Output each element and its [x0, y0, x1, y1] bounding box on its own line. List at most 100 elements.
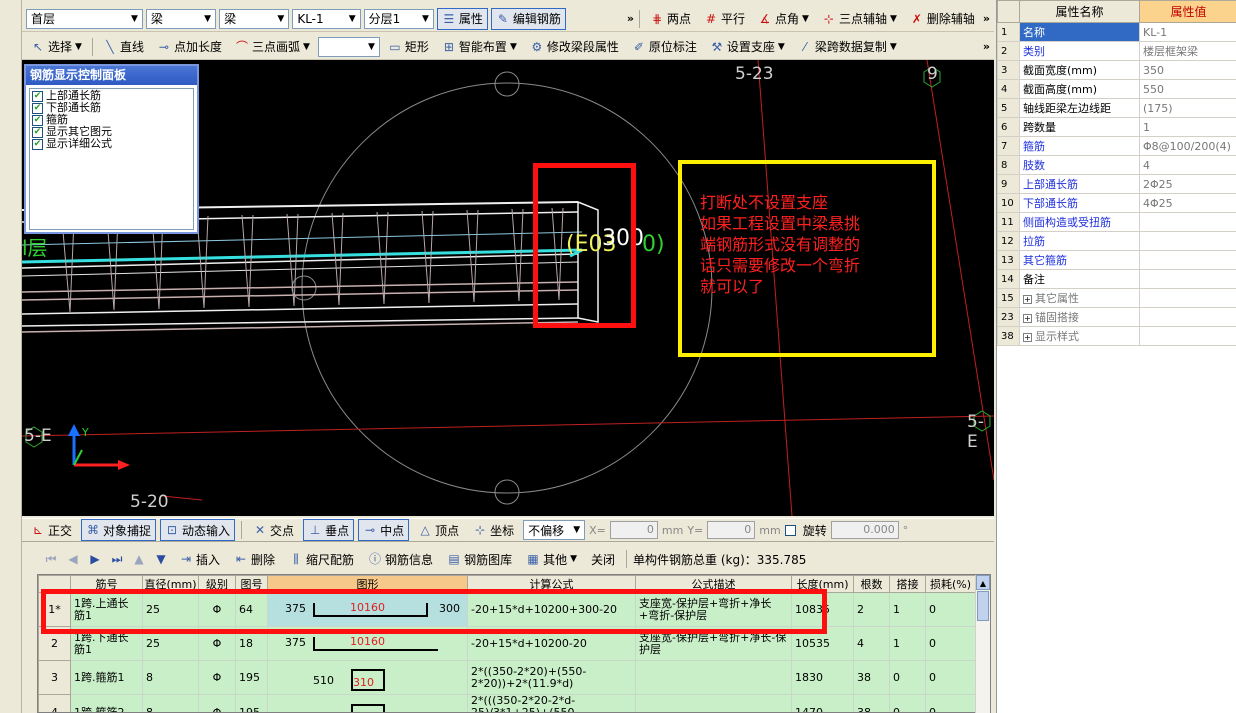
cell-loss[interactable]: 0	[925, 660, 976, 695]
cell-grade[interactable]: Φ	[198, 660, 236, 695]
cell-diameter[interactable]: 8	[142, 660, 199, 695]
move-up-icon[interactable]: ▲	[130, 552, 148, 566]
cell-bar-name[interactable]: 1跨.上通长筋1	[70, 592, 143, 627]
cell-length[interactable]: 10535	[791, 626, 854, 661]
header-count[interactable]: 根数	[853, 575, 890, 593]
property-value[interactable]: 4	[1139, 155, 1236, 175]
cell-shape[interactable]: 510 310	[267, 660, 468, 695]
draw-mode-select[interactable]: ▼	[317, 36, 380, 57]
property-name[interactable]: 名称	[1019, 22, 1140, 42]
cell-diameter[interactable]: 25	[142, 626, 199, 661]
property-row[interactable]: 1 名称 KL-1	[997, 22, 1236, 42]
property-row[interactable]: 8 肢数 4	[997, 155, 1236, 175]
cell-count[interactable]: 2	[853, 592, 890, 627]
cell-description[interactable]: 支座宽-保护层+弯折+净长+弯折-保护层	[635, 592, 792, 627]
insert-row-button[interactable]: ⇥ 插入	[174, 548, 225, 570]
cell-lap[interactable]: 1	[889, 592, 926, 627]
property-name[interactable]: 跨数量	[1019, 117, 1140, 137]
cell-figure-no[interactable]: 18	[235, 626, 268, 661]
property-row[interactable]: 2 类别 楼层框架梁	[997, 41, 1236, 61]
header-bar-no[interactable]: 筋号	[70, 575, 143, 593]
property-name[interactable]: 侧面构造或受扭筋	[1019, 212, 1140, 232]
first-record-icon[interactable]: ⏮	[42, 552, 60, 567]
property-name[interactable]: 上部通长筋	[1019, 174, 1140, 194]
cell-formula[interactable]: 2*(((350-2*20-2*d-25)/3*1+25)+(550-2*20)…	[467, 694, 636, 712]
table-row[interactable]: 1* 1跨.上通长筋1 25 Φ 64 375 10160 300 -20+15…	[38, 592, 976, 627]
control-panel-title[interactable]: 钢筋显示控制面板	[26, 66, 197, 85]
expand-plus-icon[interactable]: +	[1023, 295, 1032, 304]
cell-count[interactable]: 4	[853, 626, 890, 661]
modify-span-attr-button[interactable]: ⚙ 修改梁段属性	[525, 36, 624, 58]
property-name[interactable]: 拉筋	[1019, 231, 1140, 251]
cell-bar-name[interactable]: 1跨.箍筋1	[70, 660, 143, 695]
delete-axis-button[interactable]: ✗ 删除辅轴	[905, 8, 980, 30]
property-row[interactable]: 4 截面高度(mm) 550	[997, 79, 1236, 99]
coordinate-snap[interactable]: ⊹ 坐标	[468, 519, 519, 541]
expand-plus-icon[interactable]: +	[1023, 333, 1032, 342]
midpoint-snap[interactable]: ⊸ 中点	[358, 519, 410, 541]
table-row[interactable]: 2 1跨.下通长筋1 25 Φ 18 375 10160 -20+15*d+10…	[38, 626, 976, 661]
header-diameter[interactable]: 直径(mm)	[142, 575, 199, 593]
intersection-snap[interactable]: ✕ 交点	[248, 519, 299, 541]
other-menu-button[interactable]: ▦ 其他 ▼	[521, 548, 582, 570]
property-value[interactable]	[1139, 288, 1236, 308]
origin-mark-button[interactable]: ✐ 原位标注	[627, 36, 702, 58]
property-value[interactable]	[1139, 250, 1236, 270]
cell-description[interactable]	[635, 694, 792, 712]
property-value[interactable]	[1139, 231, 1236, 251]
table-row[interactable]: 3 1跨.箍筋1 8 Φ 195 510 310 2*((350-2*20)+(…	[38, 660, 976, 695]
scroll-up-icon[interactable]: ▲	[976, 575, 990, 590]
property-name[interactable]: 下部通长筋	[1019, 193, 1140, 213]
property-value[interactable]: (175)	[1139, 98, 1236, 118]
property-name[interactable]: 箍筋	[1019, 136, 1140, 156]
property-row[interactable]: 10 下部通长筋 4Φ25	[997, 193, 1236, 213]
component-type-select[interactable]: 梁 ▼	[145, 8, 217, 29]
property-value[interactable]	[1139, 326, 1236, 346]
header-lap[interactable]: 搭接	[889, 575, 926, 593]
line-button[interactable]: ╲ 直线	[98, 36, 149, 58]
checkbox-show-formula[interactable]: ✔ 显示详细公式	[32, 138, 191, 150]
cell-shape[interactable]	[267, 694, 468, 712]
header-formula[interactable]: 计算公式	[467, 575, 636, 593]
cell-lap[interactable]: 1	[889, 626, 926, 661]
table-vertical-scrollbar[interactable]: ▲	[975, 575, 990, 713]
scale-rebar-button[interactable]: ⫼ 缩尺配筋	[284, 548, 359, 570]
property-row[interactable]: 15 + 其它属性	[997, 288, 1236, 308]
scroll-thumb[interactable]	[977, 591, 989, 621]
property-value[interactable]: Φ8@100/200(4)	[1139, 136, 1236, 156]
toolbar-overflow-button[interactable]: »	[627, 12, 634, 25]
header-loss[interactable]: 损耗(%)	[925, 575, 976, 593]
property-row[interactable]: 12 拉筋	[997, 231, 1236, 251]
property-name[interactable]: 截面高度(mm)	[1019, 79, 1140, 99]
rotate-input[interactable]: 0.000	[830, 521, 899, 539]
attribute-button[interactable]: ☰ 属性	[436, 7, 488, 30]
edit-rebar-button[interactable]: ✎ 编辑钢筋	[490, 7, 566, 30]
next-record-icon[interactable]: ▶	[86, 552, 104, 566]
property-row[interactable]: 11 侧面构造或受扭筋	[997, 212, 1236, 232]
dynamic-input-toggle[interactable]: ⊡ 动态输入	[160, 519, 236, 541]
property-name[interactable]: + 显示样式	[1019, 326, 1140, 346]
cell-lap[interactable]: 0	[889, 694, 926, 712]
rebar-info-button[interactable]: ⓘ 钢筋信息	[363, 548, 438, 570]
cell-length[interactable]: 1470	[791, 694, 854, 712]
property-name[interactable]: 备注	[1019, 269, 1140, 289]
table-row[interactable]: 4 1跨.箍筋2 8 Φ 195 2*(((350-2*20-2*d-25)/3…	[38, 694, 976, 712]
header-grade[interactable]: 级别	[198, 575, 236, 593]
prev-record-icon[interactable]: ◀	[64, 552, 82, 566]
member-select[interactable]: KL-1 ▼	[292, 8, 361, 29]
property-name[interactable]: 轴线距梁左边线距	[1019, 98, 1140, 118]
offset-mode-select[interactable]: 不偏移 ▼	[523, 520, 586, 540]
property-value[interactable]	[1139, 307, 1236, 327]
two-points-button[interactable]: ⋕ 两点	[645, 8, 696, 30]
floor-select[interactable]: 首层 ▼	[26, 8, 143, 29]
component-subtype-select[interactable]: 梁 ▼	[219, 8, 290, 29]
cell-shape[interactable]: 375 10160	[267, 626, 468, 661]
toolbar-overflow-button-3[interactable]: »	[983, 40, 990, 53]
property-name[interactable]: 类别	[1019, 41, 1140, 61]
property-name[interactable]: + 锚固搭接	[1019, 307, 1140, 327]
move-down-icon[interactable]: ▼	[152, 552, 170, 566]
point-angle-button[interactable]: ∡ 点角 ▼	[753, 8, 814, 30]
cell-count[interactable]: 38	[853, 694, 890, 712]
property-value[interactable]: 4Φ25	[1139, 193, 1236, 213]
property-name[interactable]: 截面宽度(mm)	[1019, 60, 1140, 80]
